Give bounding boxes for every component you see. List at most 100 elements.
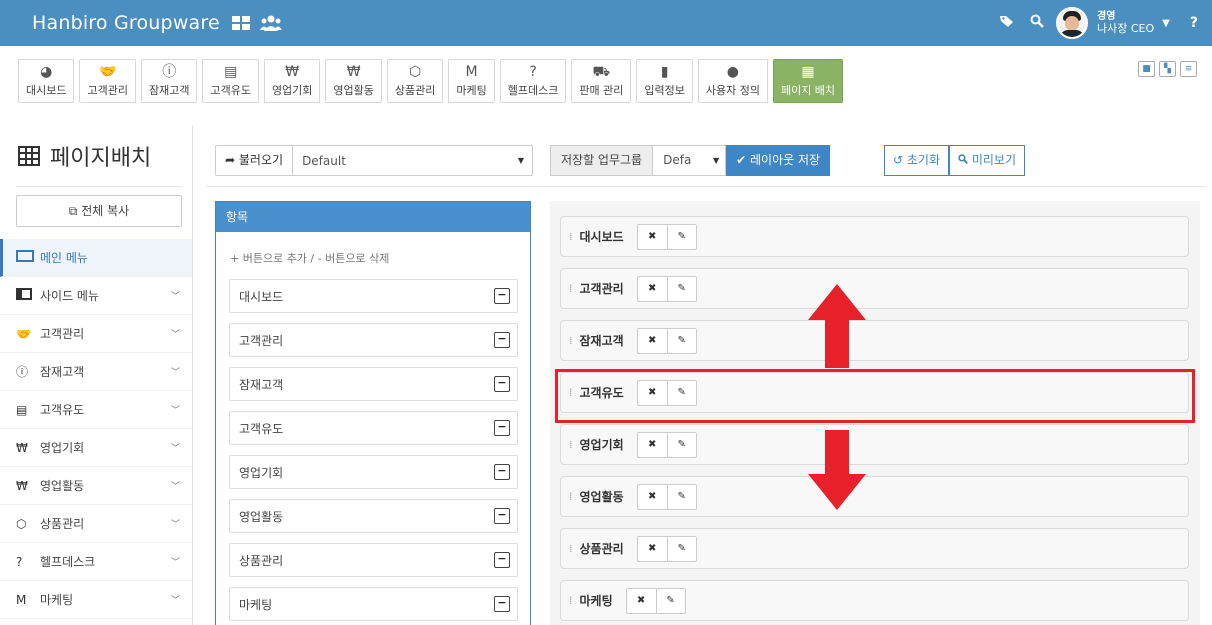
sidebar-item-label: 마케팅 [40,593,74,607]
list-view-icon[interactable]: ≡ [1180,61,1197,77]
chevron-down-icon[interactable]: ﹀ [171,289,180,302]
delete-icon[interactable]: ✖ [638,225,667,249]
edit-icon[interactable]: ✎ [666,484,696,509]
toolbar-button[interactable]: ▤ 고객유도 [202,59,259,103]
edit-icon[interactable]: ✎ [655,588,685,613]
layout-row[interactable]: ⁞ 영업기회 ✖ ✎ [560,424,1189,465]
remove-button[interactable]: − [494,420,510,436]
remove-button[interactable]: − [494,552,510,568]
edit-icon[interactable]: ✎ [666,276,696,301]
top-bar: Hanbiro Groupware 경영 나사장 CEO ▼ ? [0,0,1212,46]
apps-grid-icon[interactable] [231,16,250,30]
drag-handle-icon[interactable]: ⁞ [569,282,573,295]
sidebar-item[interactable]: ⓘ 잠재고객 ﹀ [0,353,192,391]
users-icon[interactable] [259,15,282,31]
sidebar-item[interactable]: ▤ 고객유도 ﹀ [0,391,192,429]
load-select[interactable]: Default [293,154,532,168]
sidebar-item[interactable]: ? 헬프데스크 ﹀ [0,543,192,581]
edit-icon[interactable]: ✎ [666,536,696,561]
delete-icon[interactable]: ✖ [638,277,667,301]
delete-icon[interactable]: ✖ [638,537,667,561]
remove-button[interactable]: − [494,464,510,480]
remove-button[interactable]: − [494,288,510,304]
edit-icon[interactable]: ✎ [666,432,696,457]
edit-icon[interactable]: ✎ [666,328,696,353]
copy-all-label: 전체 복사 [81,204,130,218]
search-icon [958,153,972,167]
remove-button[interactable]: − [494,596,510,612]
toolbar-button[interactable]: ● 사용자 정의 [697,59,768,103]
module-toolbar: ◕ 대시보드 🤝 고객관리 ⓘ 잠재고객 ▤ 고객유도 ₩ 영업기회 ₩ 영업활동 ⬡ 상품관리 M 마케팅?… [18,59,848,103]
drag-handle-icon[interactable]: ⁞ [569,438,573,451]
toolbar-button[interactable]: ₩ 영업기회 [263,59,321,103]
delete-icon[interactable]: ✖ [638,329,667,353]
save-group-label: 저장할 업무그룹 [550,145,654,176]
reset-label: 초기화 [906,153,941,167]
help-icon[interactable]: ? [1190,15,1198,31]
single-view-icon[interactable]: ■ [1138,61,1155,77]
layout-row[interactable]: ⁞ 대시보드 ✖ ✎ [560,216,1189,257]
toolbar-button[interactable]: M 마케팅 [448,59,495,103]
remove-button[interactable]: − [494,376,510,392]
sidebar-item[interactable]: 🤝 고객관리 ﹀ [0,315,192,353]
remove-button[interactable]: − [494,508,510,524]
grid-view-icon[interactable]: ▚ [1159,61,1176,77]
sidebar-item[interactable]: ₩ 영업활동 ﹀ [0,467,192,505]
sidebar-menu: 메인 메뉴 사이드 메뉴 ﹀ 🤝 고객관리 ﹀ ⓘ 잠재고객 ﹀ ▤ 고객유도 ﹀ ₩ 영업기회 ﹀ ₩ 영업활… [0,239,192,619]
preview-button[interactable]: 미리보기 [949,145,1026,176]
chevron-down-icon[interactable]: ﹀ [171,555,180,568]
drag-handle-icon[interactable]: ⁞ [569,594,573,607]
row-controls: ✖ ✎ [636,431,697,458]
toolbar-button[interactable]: ? 헬프데스크 [499,59,567,103]
toolbar-button[interactable]: ⬡ 상품관리 [386,59,444,103]
drag-handle-icon[interactable]: ⁞ [569,490,573,503]
tag-icon[interactable] [992,14,1022,32]
chevron-down-icon[interactable]: ﹀ [171,441,180,454]
edit-icon[interactable]: ✎ [666,224,696,249]
items-panel: 항목 + 버튼으로 추가 / - 버튼으로 삭제 대시보드 − 고객관리 − 잠재고객 −… [215,201,531,625]
toolbar-button[interactable]: ⓘ 잠재고객 [140,59,198,103]
save-layout-button[interactable]: ✔ 레이아웃 저장 [726,145,831,176]
item-row-label: 상품관리 [239,553,284,568]
save-group-select[interactable]: Defa ▼ [653,145,727,176]
delete-icon[interactable]: ✖ [627,589,656,613]
drag-handle-icon[interactable]: ⁞ [569,334,573,347]
drag-handle-icon[interactable]: ⁞ [569,542,573,555]
sidebar-item[interactable]: ₩ 영업기회 ﹀ [0,429,192,467]
layout-row[interactable]: ⁞ 영업활동 ✖ ✎ [560,476,1189,517]
delete-icon[interactable]: ✖ [638,485,667,509]
chevron-down-icon[interactable]: ﹀ [171,327,180,340]
toolbar-button[interactable]: 🤝 고객관리 [79,59,136,103]
sidebar-item-label: 영업기회 [40,441,85,455]
toolbar-button[interactable]: ▦ 페이지 배치 [772,59,844,103]
layout-row-label: 상품관리 [579,542,624,556]
sidebar-item[interactable]: ⬡ 상품관리 ﹀ [0,505,192,543]
chevron-down-icon[interactable]: ﹀ [171,593,180,606]
reset-button[interactable]: ↺ 초기화 [884,145,950,176]
layout-row[interactable]: ⁞ 상품관리 ✖ ✎ [560,528,1189,569]
chevron-down-icon[interactable]: ﹀ [171,479,180,492]
brand-title[interactable]: Hanbiro Groupware [32,12,220,34]
avatar[interactable] [1056,7,1089,39]
toolbar-button[interactable]: ◕ 대시보드 [18,59,75,103]
sidebar-item[interactable]: 메인 메뉴 [0,239,192,277]
drag-handle-icon[interactable]: ⁞ [569,230,573,243]
toolbar-button[interactable]: ⛟ 판매 관리 [571,59,632,103]
caret-down-icon[interactable]: ▼ [1162,18,1170,29]
delete-icon[interactable]: ✖ [638,433,667,457]
user-info[interactable]: 경영 나사장 CEO [1097,11,1154,35]
sidebar-item[interactable]: M 마케팅 ﹀ [0,581,192,619]
chevron-down-icon[interactable]: ﹀ [171,517,180,530]
search-icon[interactable] [1022,14,1052,32]
copy-all-button[interactable]: ⧉ 전체 복사 [16,195,182,227]
remove-button[interactable]: − [494,332,510,348]
layout-row[interactable]: ⁞ 마케팅 ✖ ✎ [560,580,1189,621]
chevron-down-icon[interactable]: ﹀ [171,403,180,416]
sidebar-item[interactable]: 사이드 메뉴 ﹀ [0,277,192,315]
toolbar-button[interactable]: ▮ 입력정보 [636,59,693,103]
chevron-down-icon[interactable]: ﹀ [171,365,180,378]
layout-row[interactable]: ⁞ 고객관리 ✖ ✎ [560,268,1189,309]
load-button[interactable]: ➦ 불러오기 [216,146,294,175]
layout-row[interactable]: ⁞ 잠재고객 ✖ ✎ [560,320,1189,361]
toolbar-button[interactable]: ₩ 영업활동 [325,59,382,103]
